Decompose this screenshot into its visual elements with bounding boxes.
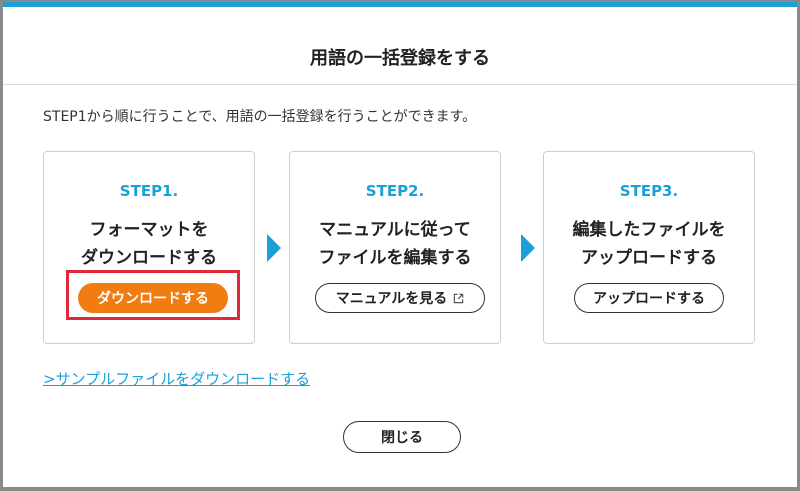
- download-format-button-label: ダウンロードする: [97, 291, 209, 307]
- dialog-accent-bar: [3, 2, 797, 7]
- step3-label: STEP3.: [619, 182, 679, 200]
- close-button-label: 閉じる: [381, 430, 423, 446]
- step3-card: STEP3. 編集したファイルを アップロードする: [543, 151, 755, 344]
- step1-text-line1: フォーマットを: [89, 220, 209, 240]
- step1-label: STEP1.: [119, 182, 179, 200]
- step2-label: STEP2.: [365, 182, 425, 200]
- upload-button[interactable]: アップロードする: [574, 283, 724, 313]
- step3-text-line2: アップロードする: [581, 248, 717, 268]
- view-manual-button[interactable]: マニュアルを見る: [315, 283, 485, 313]
- view-manual-button-label: マニュアルを見る: [335, 291, 448, 307]
- step1-to-step2-arrow-icon: [267, 234, 281, 262]
- step2-to-step3-arrow-icon: [521, 234, 535, 262]
- step2-text: マニュアルに従って ファイルを編集する: [290, 216, 500, 272]
- sample-file-download-link[interactable]: >サンプルファイルをダウンロードする: [43, 368, 310, 389]
- step3-text: 編集したファイルを アップロードする: [544, 216, 754, 272]
- step1-text-line2: ダウンロードする: [81, 248, 217, 268]
- close-button[interactable]: 閉じる: [343, 421, 461, 453]
- step2-text-line2: ファイルを編集する: [318, 248, 472, 268]
- dialog-title: 用語の一括登録をする: [310, 48, 490, 69]
- step2-text-line1: マニュアルに従って: [319, 220, 471, 240]
- upload-button-label: アップロードする: [593, 291, 705, 307]
- step2-card: STEP2. マニュアルに従って ファイルを編集する: [289, 151, 501, 344]
- bulk-register-dialog: 用語の一括登録をする STEP1から順に行うことで、用語の一括登録を行うことがで…: [3, 2, 797, 487]
- download-format-button[interactable]: ダウンロードする: [78, 283, 228, 313]
- title-divider: [3, 84, 797, 85]
- step3-text-line1: 編集したファイルを: [572, 220, 726, 240]
- external-link-icon: [454, 293, 464, 303]
- dialog-description: STEP1から順に行うことで、用語の一括登録を行うことができます。: [43, 109, 477, 125]
- step1-text: フォーマットを ダウンロードする: [44, 216, 254, 272]
